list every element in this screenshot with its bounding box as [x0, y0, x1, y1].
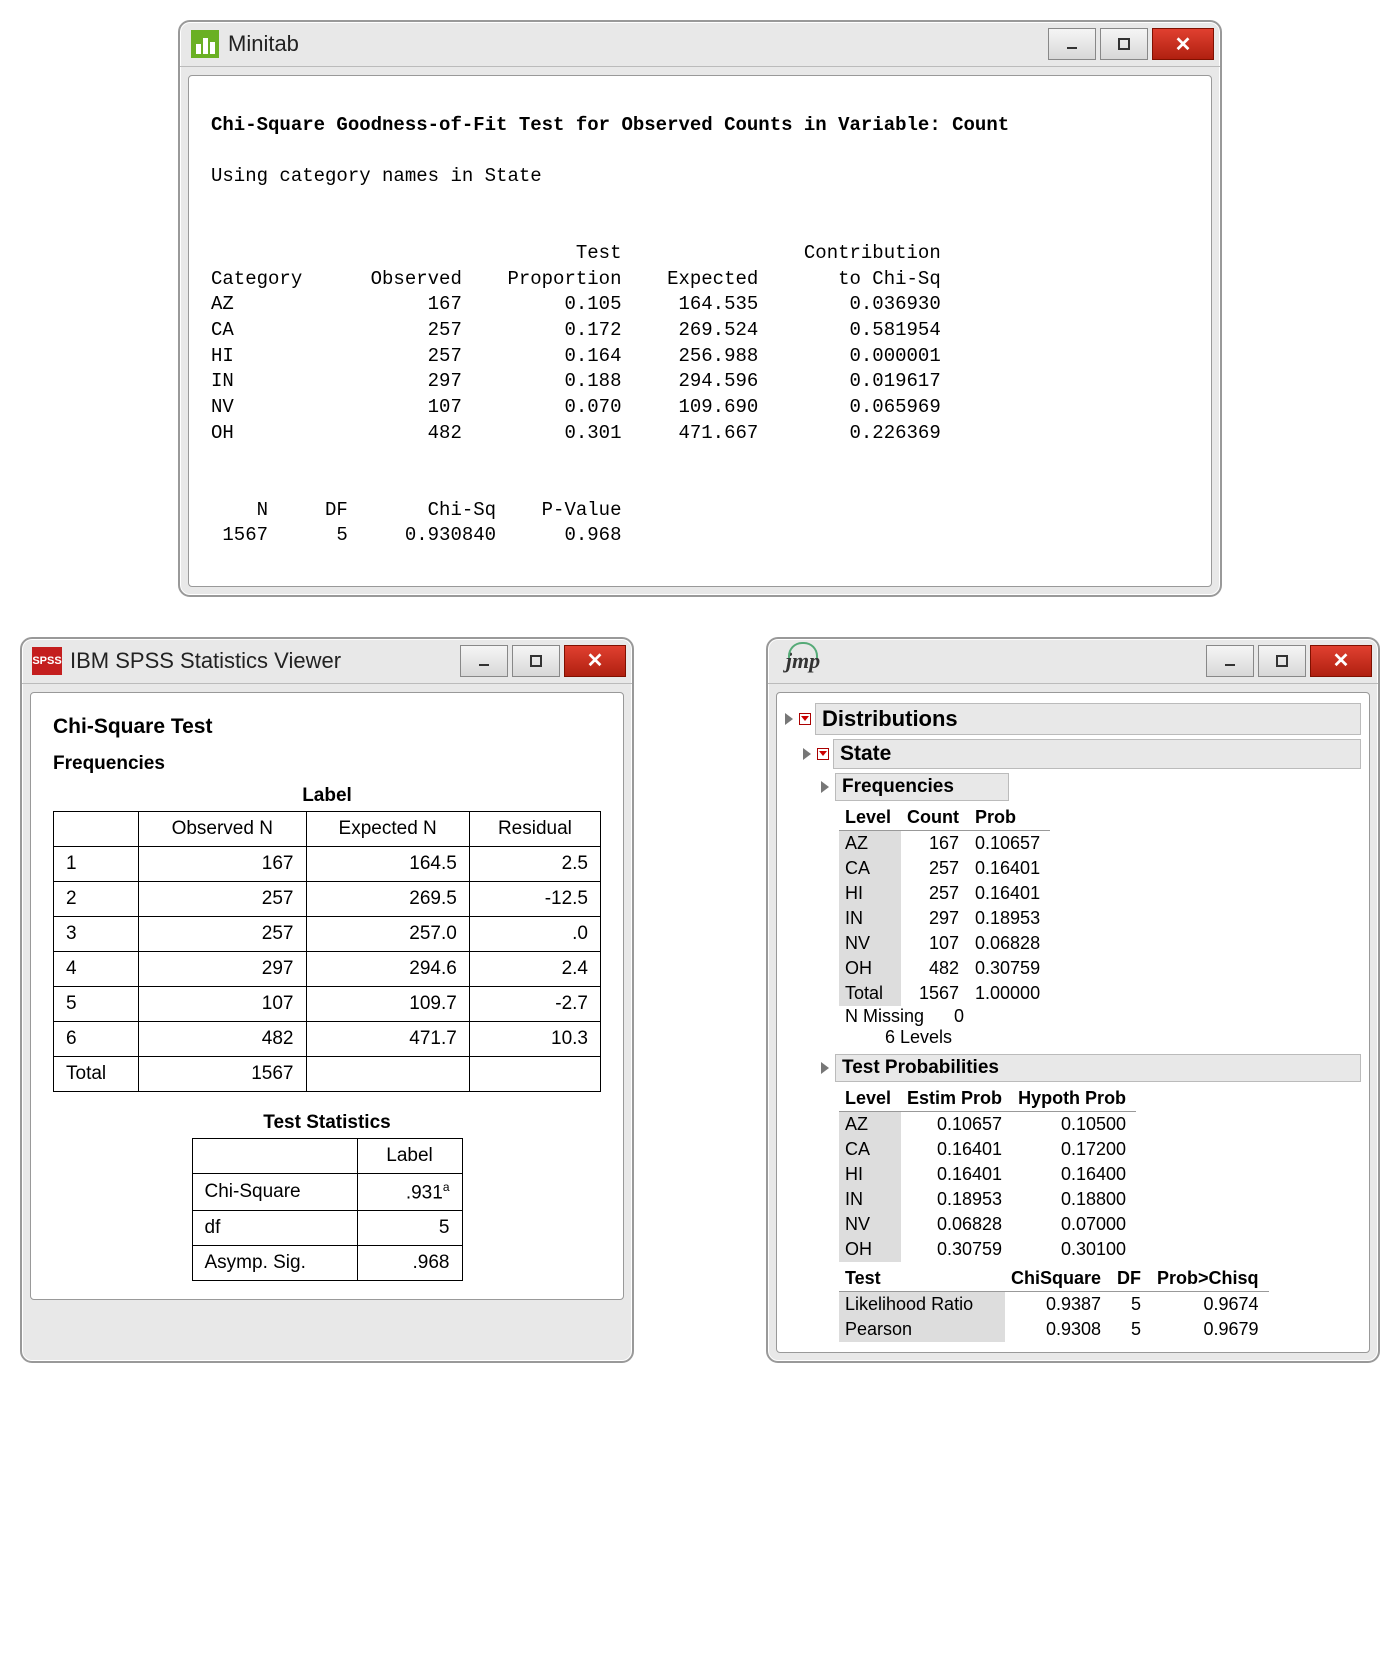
section-label: Test Probabilities	[835, 1054, 1361, 1082]
close-button[interactable]: ✕	[1310, 645, 1372, 677]
disclosure-triangle-icon	[821, 1062, 829, 1074]
minitab-window: Minitab ✕ Chi-Square Goodness-of-Fit Tes…	[178, 20, 1222, 597]
col-estim: Estim Prob	[901, 1086, 1012, 1112]
table-row: Pearson0.930850.9679	[839, 1317, 1269, 1342]
table-row-total: Total1567	[54, 1056, 601, 1091]
col-level: Level	[839, 1086, 901, 1112]
spss-freq-caption: Label	[53, 785, 601, 807]
jmp-disclosure-distributions[interactable]: Distributions	[785, 703, 1361, 735]
maximize-button[interactable]	[512, 645, 560, 677]
jmp-window: jmp ✕ Distributions State Frequencies	[766, 637, 1380, 1363]
col-observed: Observed N	[139, 811, 307, 846]
jmp-disclosure-state[interactable]: State	[803, 739, 1361, 769]
col-residual: Residual	[469, 811, 600, 846]
table-row: OH4820.30759	[839, 956, 1050, 981]
disclosure-triangle-icon	[785, 713, 793, 725]
nmissing-label: N Missing	[845, 1006, 924, 1027]
maximize-button[interactable]	[1100, 28, 1148, 60]
col-expected: Expected N	[306, 811, 469, 846]
spss-app-icon: SPSS	[32, 646, 62, 676]
minitab-titlebar[interactable]: Minitab ✕	[180, 22, 1220, 67]
col-prob: Prob	[969, 805, 1050, 831]
table-row: HI0.164010.16400	[839, 1162, 1136, 1187]
minitab-content: Chi-Square Goodness-of-Fit Test for Obse…	[188, 75, 1212, 587]
spss-test-statistics-table: Label Chi-Square.931a df5 Asymp. Sig..96…	[192, 1138, 463, 1281]
col-count: Count	[901, 805, 969, 831]
col-level: Level	[839, 805, 901, 831]
stats-col-label: Label	[357, 1138, 462, 1173]
table-row: IN0.189530.18800	[839, 1187, 1136, 1212]
jmp-titlebar[interactable]: jmp ✕	[768, 639, 1378, 684]
jmp-frequencies-table: Level Count Prob AZ1670.10657CA2570.1640…	[839, 805, 1050, 1006]
spss-titlebar[interactable]: SPSS IBM SPSS Statistics Viewer ✕	[22, 639, 632, 684]
col-test: Test	[839, 1266, 1005, 1292]
hotspot-icon[interactable]	[799, 713, 811, 725]
section-label: Frequencies	[835, 773, 1009, 801]
minimize-button[interactable]	[1206, 645, 1254, 677]
spss-title: IBM SPSS Statistics Viewer	[70, 648, 460, 674]
close-button[interactable]: ✕	[564, 645, 626, 677]
spss-heading: Chi-Square Test	[53, 715, 601, 739]
table-row: CA2570.16401	[839, 856, 1050, 881]
spss-window: SPSS IBM SPSS Statistics Viewer ✕ Chi-Sq…	[20, 637, 634, 1363]
spss-subheading: Frequencies	[53, 753, 601, 775]
table-row-total: Total15671.00000	[839, 981, 1050, 1006]
col-probchisq: Prob>Chisq	[1151, 1266, 1269, 1292]
table-row: NV0.068280.07000	[839, 1212, 1136, 1237]
close-button[interactable]: ✕	[1152, 28, 1214, 60]
jmp-test-results-table: Test ChiSquare DF Prob>Chisq Likelihood …	[839, 1266, 1269, 1342]
table-row: df5	[192, 1211, 462, 1246]
disclosure-triangle-icon	[803, 748, 811, 760]
nmissing-value: 0	[954, 1006, 964, 1027]
table-row: Likelihood Ratio0.938750.9674	[839, 1291, 1269, 1317]
spss-stats-caption: Test Statistics	[53, 1112, 601, 1134]
table-row: NV1070.06828	[839, 931, 1050, 956]
minitab-title: Minitab	[228, 31, 1048, 57]
levels-text: 6 Levels	[885, 1027, 1361, 1048]
col-chisq: ChiSquare	[1005, 1266, 1111, 1292]
table-row: OH0.307590.30100	[839, 1237, 1136, 1262]
minimize-button[interactable]	[1048, 28, 1096, 60]
table-row: 6482471.710.3	[54, 1021, 601, 1056]
table-row: AZ0.106570.10500	[839, 1111, 1136, 1137]
table-row: 1167164.52.5	[54, 846, 601, 881]
col-df: DF	[1111, 1266, 1151, 1292]
table-row: 5107109.7-2.7	[54, 986, 601, 1021]
minitab-app-icon	[190, 29, 220, 59]
jmp-disclosure-testprob[interactable]: Test Probabilities	[821, 1054, 1361, 1082]
table-row: CA0.164010.17200	[839, 1137, 1136, 1162]
minitab-output-text: Chi-Square Goodness-of-Fit Test for Obse…	[211, 113, 1189, 549]
jmp-testprob-table: Level Estim Prob Hypoth Prob AZ0.106570.…	[839, 1086, 1136, 1262]
table-row: HI2570.16401	[839, 881, 1050, 906]
table-row: IN2970.18953	[839, 906, 1050, 931]
section-label: Distributions	[815, 703, 1361, 735]
disclosure-triangle-icon	[821, 781, 829, 793]
jmp-content: Distributions State Frequencies Level Co…	[776, 692, 1370, 1353]
table-row: 4297294.62.4	[54, 951, 601, 986]
col-hypoth: Hypoth Prob	[1012, 1086, 1136, 1112]
table-row: Asymp. Sig..968	[192, 1246, 462, 1281]
table-row: Chi-Square.931a	[192, 1173, 462, 1210]
minimize-button[interactable]	[460, 645, 508, 677]
spss-frequencies-table: Observed N Expected N Residual 1167164.5…	[53, 811, 601, 1092]
maximize-button[interactable]	[1258, 645, 1306, 677]
hotspot-icon[interactable]	[817, 748, 829, 760]
section-label: State	[833, 739, 1361, 769]
spss-content: Chi-Square Test Frequencies Label Observ…	[30, 692, 624, 1300]
table-row: 2257269.5-12.5	[54, 881, 601, 916]
jmp-disclosure-frequencies[interactable]: Frequencies	[821, 773, 1361, 801]
jmp-app-icon: jmp	[778, 646, 828, 676]
table-row: AZ1670.10657	[839, 830, 1050, 856]
table-row: 3257257.0.0	[54, 916, 601, 951]
